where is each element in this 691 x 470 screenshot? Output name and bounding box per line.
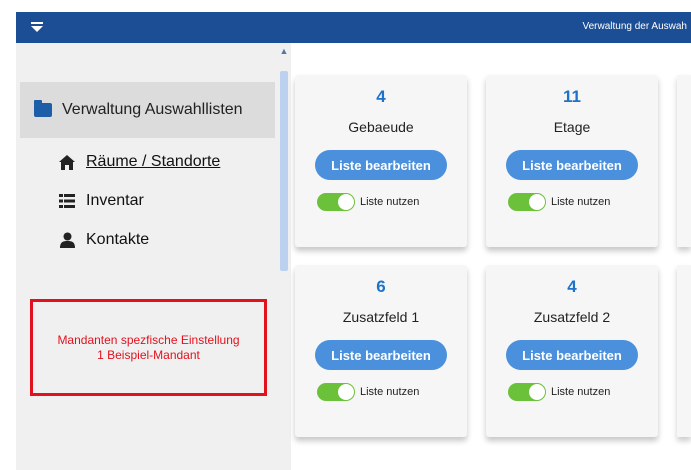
list-card-partial [677, 75, 691, 247]
sidebar-item-label: Räume / Standorte [86, 153, 221, 170]
sidebar-header-auswahllisten[interactable]: Verwaltung Auswahllisten [20, 82, 275, 138]
use-list-label: Liste nutzen [551, 196, 611, 208]
mandant-settings-box: Mandanten spezfische Einstellung 1 Beisp… [30, 299, 267, 396]
toggle-knob [338, 384, 354, 400]
list-card-gebaeude: 4 Gebaeude Liste bearbeiten Liste nutzen [295, 75, 467, 247]
scroll-thumb[interactable] [280, 71, 288, 271]
list-card-zusatzfeld-2: 4 Zusatzfeld 2 Liste bearbeiten Liste nu… [486, 265, 658, 437]
item-count: 4 [376, 87, 386, 106]
sidebar-header-label: Verwaltung Auswahllisten [62, 101, 243, 118]
mandant-text-line-2: 1 Beispiel-Mandant [97, 347, 200, 362]
use-list-toggle[interactable] [317, 193, 355, 211]
folder-icon [34, 100, 52, 117]
sidebar-item-label: Kontakte [86, 231, 150, 248]
use-list-label: Liste nutzen [360, 386, 420, 398]
list-card-etage: 11 Etage Liste bearbeiten Liste nutzen [486, 75, 658, 247]
scroll-up-icon[interactable]: ▲ [279, 46, 289, 56]
use-list-toggle[interactable] [508, 383, 546, 401]
home-icon [58, 154, 76, 170]
sidebar-item-label: Inventar [86, 192, 144, 209]
edit-list-button[interactable]: Liste bearbeiten [315, 150, 447, 180]
list-card-partial [677, 265, 691, 437]
sidebar-item-raeume-standorte[interactable]: Räume / Standorte [58, 153, 220, 171]
sidebar-scrollbar[interactable]: ▲ [277, 43, 291, 470]
use-list-toggle[interactable] [317, 383, 355, 401]
sidebar-item-inventar[interactable]: Inventar [58, 192, 144, 210]
user-icon [58, 232, 76, 248]
list-icon [58, 194, 76, 208]
item-count: 11 [563, 87, 581, 106]
mandant-text-line-1: Mandanten spezfische Einstellung [57, 332, 240, 347]
list-name: Gebaeude [348, 119, 414, 135]
item-count: 4 [567, 277, 577, 296]
toggle-knob [529, 194, 545, 210]
use-list-toggle-row: Liste nutzen [508, 383, 610, 401]
edit-list-button[interactable]: Liste bearbeiten [506, 340, 638, 370]
toggle-knob [338, 194, 354, 210]
list-name: Zusatzfeld 1 [342, 309, 420, 325]
list-card-zusatzfeld-1: 6 Zusatzfeld 1 Liste bearbeiten Liste nu… [295, 265, 467, 437]
use-list-toggle[interactable] [508, 193, 546, 211]
app-title: Verwaltung der Auswah [582, 21, 687, 32]
use-list-label: Liste nutzen [360, 196, 420, 208]
top-bar: Verwaltung der Auswah [16, 12, 691, 43]
caret-down-icon[interactable] [30, 21, 44, 33]
edit-list-button[interactable]: Liste bearbeiten [315, 340, 447, 370]
list-name: Etage [553, 119, 591, 135]
use-list-label: Liste nutzen [551, 386, 611, 398]
sidebar-item-kontakte[interactable]: Kontakte [58, 231, 149, 249]
item-count: 6 [376, 277, 386, 296]
list-name: Zusatzfeld 2 [533, 309, 611, 325]
use-list-toggle-row: Liste nutzen [317, 193, 419, 211]
edit-list-button[interactable]: Liste bearbeiten [506, 150, 638, 180]
use-list-toggle-row: Liste nutzen [508, 193, 610, 211]
toggle-knob [529, 384, 545, 400]
use-list-toggle-row: Liste nutzen [317, 383, 419, 401]
